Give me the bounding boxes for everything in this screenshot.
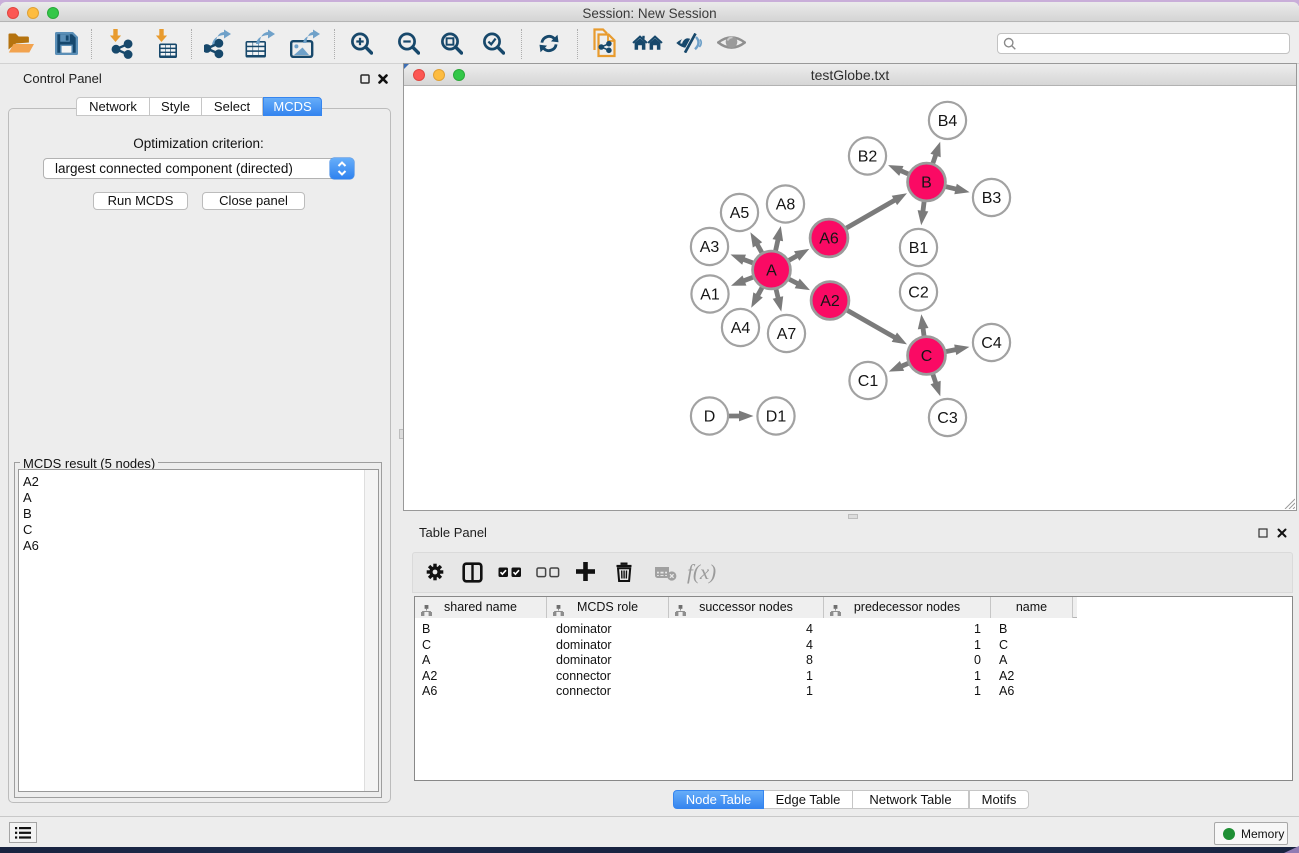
svg-text:B: B (921, 175, 932, 192)
svg-text:B1: B1 (909, 240, 929, 257)
svg-text:A3: A3 (700, 239, 720, 256)
svg-text:B4: B4 (938, 113, 958, 130)
svg-text:A: A (766, 263, 777, 280)
svg-text:B3: B3 (982, 190, 1002, 207)
svg-text:A5: A5 (730, 205, 750, 222)
svg-text:C2: C2 (908, 285, 929, 302)
svg-text:D: D (704, 409, 716, 426)
svg-text:A8: A8 (776, 197, 796, 214)
svg-text:A1: A1 (700, 287, 720, 304)
svg-text:A6: A6 (819, 231, 839, 248)
svg-text:C4: C4 (981, 335, 1002, 352)
svg-text:A4: A4 (731, 320, 751, 337)
svg-text:A2: A2 (820, 293, 840, 310)
svg-text:B2: B2 (858, 149, 878, 166)
svg-text:C: C (921, 348, 933, 365)
svg-text:C3: C3 (937, 410, 958, 427)
svg-text:D1: D1 (766, 409, 787, 426)
svg-text:C1: C1 (858, 373, 879, 390)
svg-text:A7: A7 (777, 326, 797, 343)
